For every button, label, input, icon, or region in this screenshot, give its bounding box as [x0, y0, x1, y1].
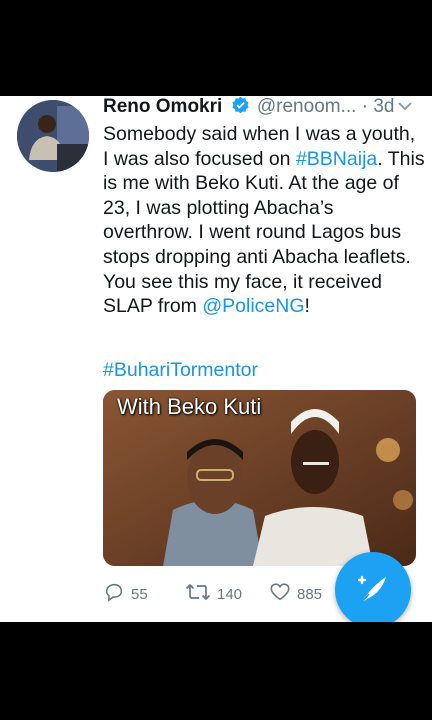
tweet-time[interactable]: 3d — [373, 96, 394, 117]
author-name[interactable]: Reno Omokri — [103, 96, 222, 117]
separator-dot: · — [361, 96, 369, 117]
reply-count: 55 — [131, 585, 148, 603]
tweet-body: Somebody said when I was a youth, I was … — [103, 122, 425, 319]
heart-icon — [269, 581, 291, 607]
compose-tweet-button[interactable] — [335, 552, 411, 622]
reply-icon — [103, 581, 125, 607]
tweet-text-part: ! — [304, 295, 310, 318]
hashtag-link-buharitormentor[interactable]: #BuhariTormentor — [103, 358, 258, 382]
chevron-down-icon[interactable] — [395, 96, 415, 116]
photo-caption-text: With Beko Kuti — [117, 394, 262, 419]
navigation-area — [0, 622, 432, 720]
status-area — [0, 0, 432, 96]
mention-link-policeng[interactable]: @PoliceNG — [202, 295, 304, 317]
author-handle[interactable]: @renoom... — [257, 96, 357, 117]
retweet-count: 140 — [217, 585, 243, 603]
avatar[interactable] — [17, 100, 89, 172]
verified-badge-icon — [231, 96, 250, 121]
retweet-icon — [185, 581, 211, 607]
like-count: 885 — [297, 585, 323, 603]
tweet-media-photo[interactable]: With Beko Kuti — [103, 390, 416, 566]
retweet-button[interactable]: 140 — [185, 581, 242, 607]
tweet-text-part: . This is me with Beko Kuti. At the age … — [103, 147, 425, 318]
reply-button[interactable]: 55 — [103, 581, 148, 607]
like-button[interactable]: 885 — [269, 581, 322, 607]
hashtag-link-bbnaija[interactable]: #BBNaija — [296, 148, 377, 170]
tweet-card[interactable]: Reno Omokri @renoom... · 3d Somebody sai… — [0, 96, 432, 622]
tweet-header: Reno Omokri @renoom... · 3d — [103, 96, 423, 120]
